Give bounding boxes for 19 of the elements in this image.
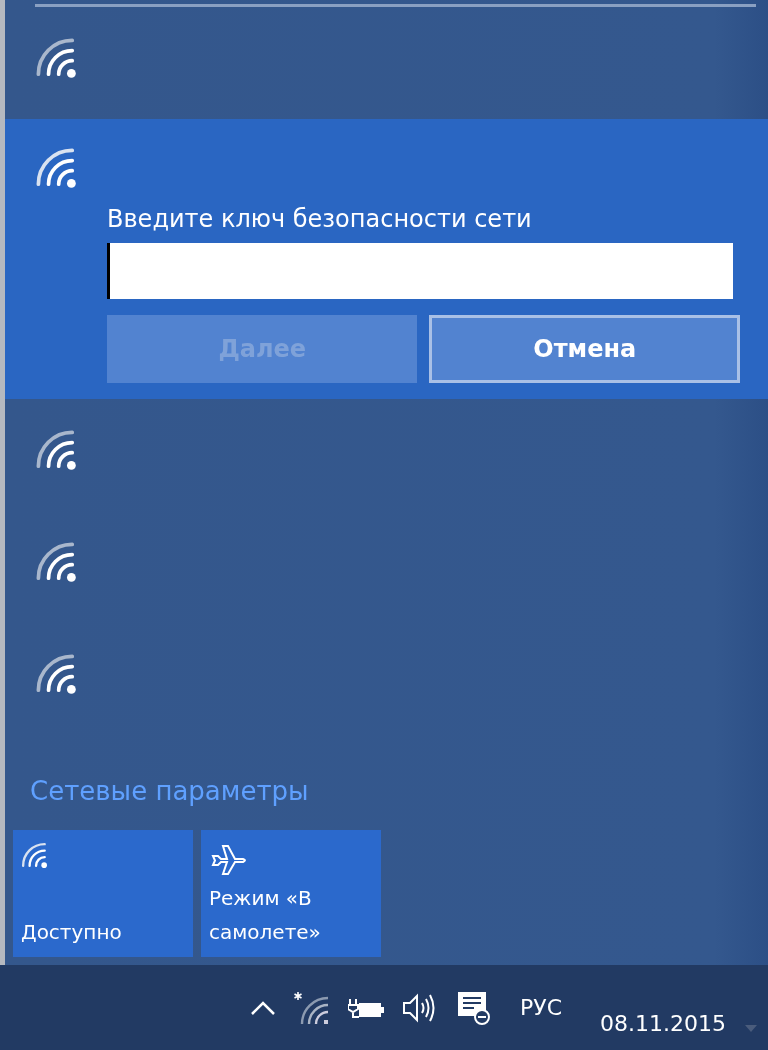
date-text[interactable]: 08.11.2015: [600, 1011, 726, 1036]
cancel-button[interactable]: Отмена: [429, 315, 740, 383]
wifi-icon: [35, 147, 79, 191]
network-settings-link[interactable]: Сетевые параметры: [30, 776, 768, 806]
notification-icon[interactable]: [456, 989, 492, 1026]
airplane-icon: [209, 842, 249, 878]
wifi-icon: [35, 37, 79, 81]
wifi-icon: [35, 653, 79, 697]
wifi-icon: [35, 541, 79, 585]
wifi-icon: [21, 842, 49, 870]
password-field[interactable]: [107, 243, 733, 299]
language-indicator[interactable]: РУС: [520, 995, 563, 1020]
wifi-icon[interactable]: [294, 989, 330, 1026]
quick-action-tile[interactable]: Доступно: [13, 830, 193, 957]
wifi-icon: [35, 429, 79, 473]
prompt-text: Введите ключ безопасности сети: [107, 205, 533, 233]
quick-action-tile[interactable]: Режим «В самолете»: [201, 830, 381, 957]
chevron-up-icon[interactable]: [250, 999, 276, 1016]
dropdown-icon[interactable]: [744, 1022, 758, 1033]
